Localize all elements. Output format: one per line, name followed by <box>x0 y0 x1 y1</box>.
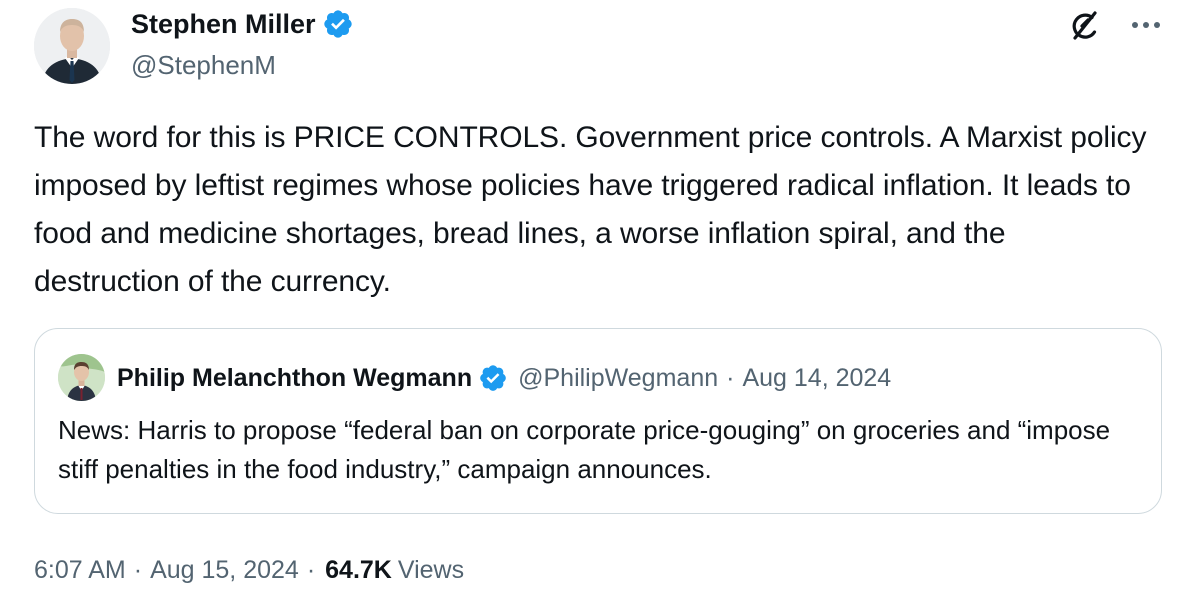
author-name[interactable]: Stephen Miller <box>131 6 354 42</box>
tweet-text: The word for this is PRICE CONTROLS. Gov… <box>34 121 1147 298</box>
quoted-author-handle[interactable]: @PhilipWegmann <box>518 364 718 393</box>
author-avatar-image <box>34 8 110 84</box>
tweet-meta: 6:07 AM · Aug 15, 2024 · 64.7K Views <box>34 552 464 588</box>
quoted-separator: · <box>726 363 735 392</box>
author-avatar[interactable] <box>34 8 110 84</box>
more-icon[interactable] <box>1128 10 1164 40</box>
author-name-text: Stephen Miller <box>131 9 316 39</box>
author-handle[interactable]: @StephenM <box>131 48 276 82</box>
tweet-time[interactable]: 6:07 AM <box>34 552 126 588</box>
views-label: Views <box>397 556 465 584</box>
verified-badge-icon[interactable] <box>322 8 354 40</box>
meta-separator: · <box>133 556 143 584</box>
quoted-tweet-header: Philip Melanchthon Wegmann @PhilipWegman… <box>117 359 891 397</box>
quoted-tweet-card[interactable]: Philip Melanchthon Wegmann @PhilipWegman… <box>34 328 1162 514</box>
quoted-author-name[interactable]: Philip Melanchthon Wegmann <box>117 364 472 393</box>
quoted-author-avatar[interactable] <box>58 354 105 401</box>
quoted-tweet-date[interactable]: Aug 14, 2024 <box>742 364 891 393</box>
quoted-avatar-image <box>58 354 105 401</box>
quoted-tweet-text: News: Harris to propose “federal ban on … <box>58 415 1111 484</box>
tweet-date[interactable]: Aug 15, 2024 <box>150 552 299 588</box>
views-count[interactable]: 64.7K <box>325 552 392 588</box>
tweet[interactable]: Stephen Miller @StephenM The word for th… <box>0 0 1192 596</box>
quoted-verified-badge-icon[interactable] <box>478 363 508 393</box>
meta-separator-2: · <box>306 556 316 584</box>
grok-icon[interactable] <box>1064 6 1104 46</box>
